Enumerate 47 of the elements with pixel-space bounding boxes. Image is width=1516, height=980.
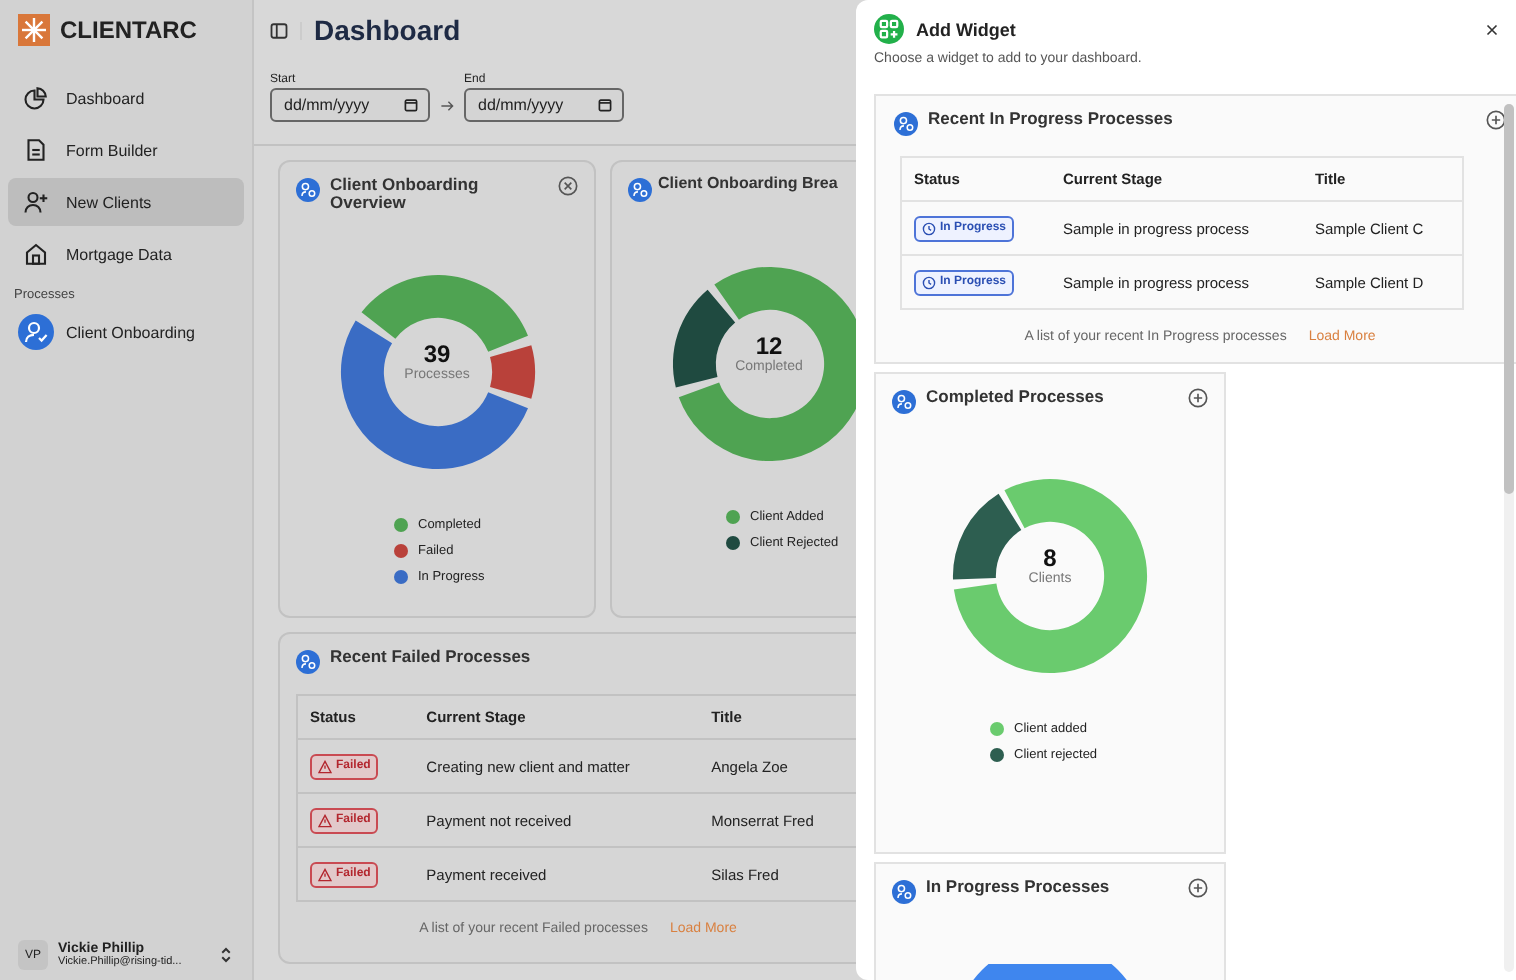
sidebar-toggle-icon[interactable]: [270, 21, 288, 39]
scrollbar-thumb[interactable]: [1504, 104, 1514, 494]
document-icon: [24, 138, 48, 162]
center-value: 8: [1043, 544, 1057, 572]
card-title: Completed Processes: [926, 388, 1106, 405]
pie-chart-icon: [24, 86, 48, 110]
sidebar-item[interactable]: Client Onboarding: [8, 308, 244, 356]
start-date-field[interactable]: dd/mm/yyyy: [270, 88, 430, 122]
warning-icon: [318, 867, 332, 881]
sidebar-item[interactable]: Mortgage Data: [8, 230, 244, 278]
sidebar-item[interactable]: Dashboard: [8, 74, 244, 122]
close-icon[interactable]: [1486, 23, 1498, 35]
process-icon: [894, 112, 918, 136]
clock-icon: [922, 275, 936, 289]
add-icon[interactable]: [1188, 878, 1208, 898]
add-icon[interactable]: [1188, 388, 1208, 408]
warning-icon: [318, 813, 332, 827]
warning-icon: [318, 759, 332, 773]
clock-icon: [922, 221, 936, 235]
process-icon: [628, 178, 652, 202]
chevron-updown-icon[interactable]: [220, 946, 232, 964]
center-value: 12: [755, 332, 783, 360]
end-date-field[interactable]: dd/mm/yyyy: [464, 88, 624, 122]
card-title: Client Onboarding Brea: [658, 176, 840, 192]
process-icon: [892, 880, 916, 904]
arrow-right-icon: [440, 100, 454, 112]
logo-icon: [18, 14, 50, 46]
widget-grid-icon: [874, 14, 904, 44]
calendar-icon[interactable]: [598, 98, 612, 112]
add-user-icon: [24, 190, 48, 214]
card-title: Recent In Progress Processes: [928, 110, 1175, 127]
card-title: Recent Failed Processes: [330, 648, 533, 665]
page-title: Dashboard: [314, 14, 461, 46]
card-title: Client Onboarding Overview: [330, 176, 481, 210]
user-check-icon: [18, 314, 54, 350]
add-icon[interactable]: [1486, 110, 1506, 130]
calendar-icon[interactable]: [404, 98, 418, 112]
process-icon: [296, 650, 320, 674]
process-icon: [296, 178, 320, 202]
sidebar-item[interactable]: Form Builder: [8, 126, 244, 174]
brand-name: CLIENTARC: [60, 16, 197, 44]
center-value: 39: [423, 340, 451, 368]
process-icon: [892, 390, 916, 414]
house-icon: [24, 242, 48, 266]
sidebar-item[interactable]: New Clients: [8, 178, 244, 226]
panel-title: Add Widget: [916, 19, 1018, 39]
card-title: In Progress Processes: [926, 878, 1112, 895]
